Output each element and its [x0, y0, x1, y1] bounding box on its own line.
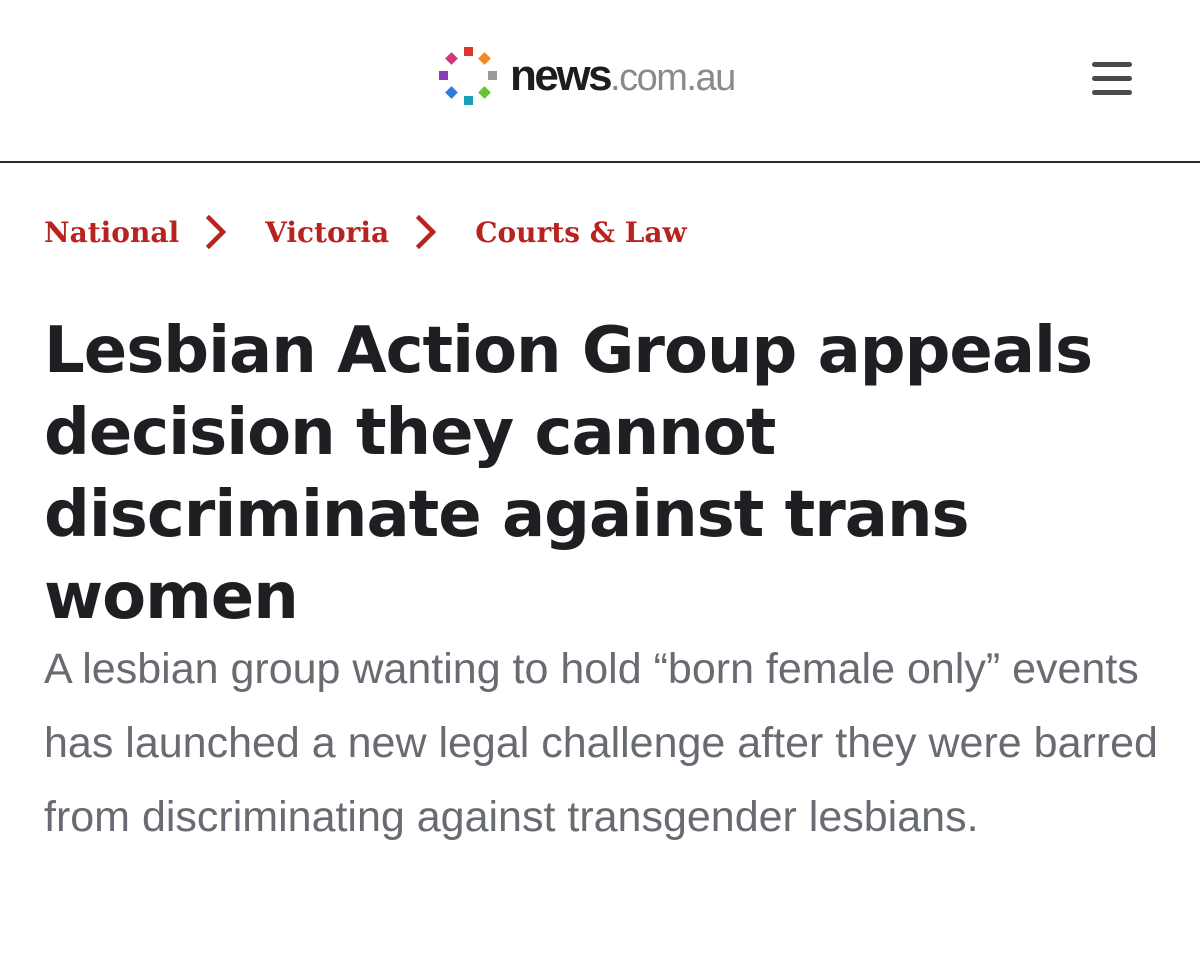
logo-dot-pink [445, 52, 458, 65]
hamburger-icon-line-middle [1092, 76, 1132, 81]
logo-name: news [510, 51, 613, 100]
logo-wordmark: news .com.au [510, 51, 736, 100]
article-standfirst: A lesbian group wanting to hold “born fe… [44, 645, 1158, 841]
site-header: news .com.au [0, 0, 1200, 163]
logo-dot-teal [464, 96, 473, 105]
chevron-right-icon [416, 215, 437, 249]
breadcrumb: National Victoria Courts & Law [44, 210, 687, 254]
logo-dot-red [464, 47, 473, 56]
hamburger-menu-button[interactable] [1090, 60, 1134, 98]
breadcrumb-link-courts-law[interactable]: Courts & Law [475, 216, 686, 249]
logo-dot-green [478, 86, 491, 99]
chevron-right-icon [205, 215, 227, 249]
logo-dot-orange [478, 52, 491, 65]
logo-dots-icon [439, 47, 497, 105]
hamburger-icon-line-top [1092, 62, 1132, 67]
logo-dot-purple [439, 71, 448, 80]
site-logo[interactable]: news .com.au [436, 44, 736, 108]
hamburger-icon-line-bottom [1092, 90, 1132, 95]
logo-domain: .com.au [610, 57, 736, 99]
article-headline: Lesbian Action Group appeals decision th… [44, 314, 1093, 634]
breadcrumb-link-victoria[interactable]: Victoria [265, 216, 389, 249]
logo-dot-blue [445, 86, 458, 99]
logo-dot-grey [488, 71, 497, 80]
breadcrumb-link-national[interactable]: National [44, 216, 179, 249]
